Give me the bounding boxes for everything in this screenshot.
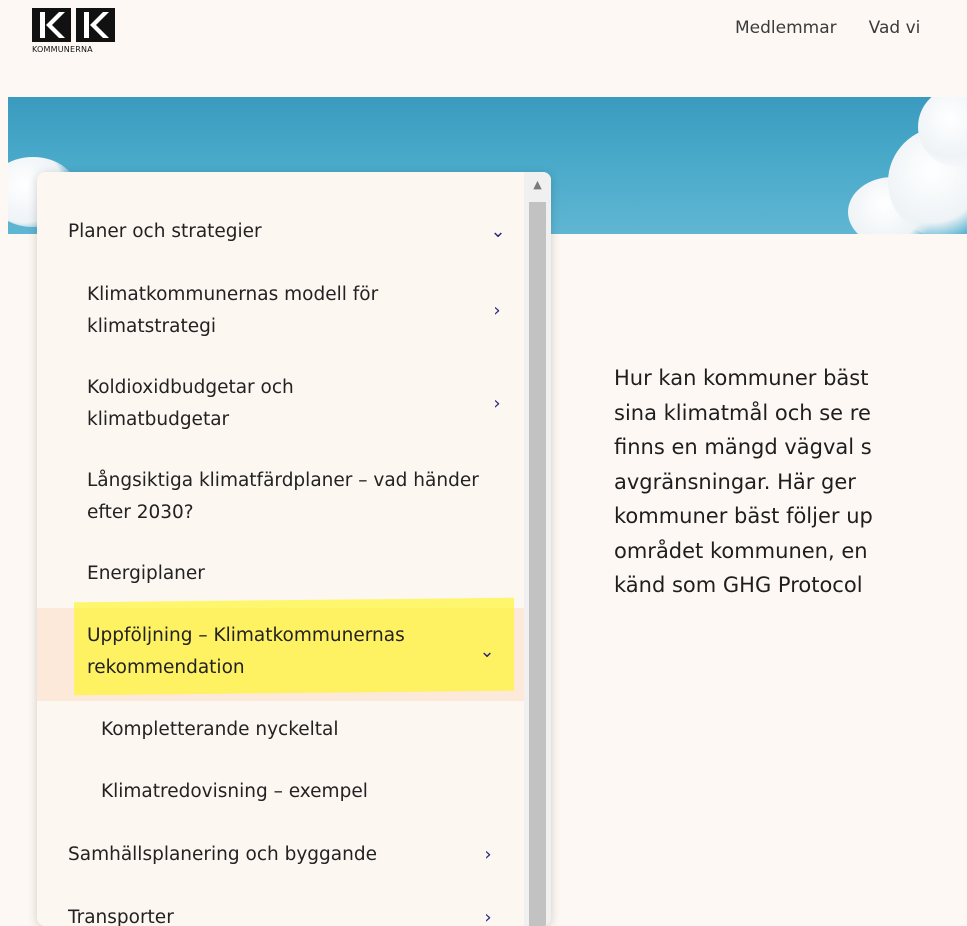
menu-item-samhallsplanering[interactable]: Samhällsplanering och byggande ›	[68, 839, 498, 871]
menu-item-planer-och-strategier[interactable]: Planer och strategier ⌄	[68, 216, 508, 248]
chevron-right-icon[interactable]: ›	[478, 846, 498, 864]
menu-item-koldioxidbudgetar[interactable]: Koldioxidbudgetar och klimatbudgetar ›	[87, 372, 507, 436]
logo-k-right	[76, 8, 115, 42]
logo-k-left	[32, 8, 71, 42]
nav-vad-vi[interactable]: Vad vi	[869, 18, 921, 38]
menu-item-klimatfardplaner[interactable]: Långsiktiga klimatfärdplaner – vad hände…	[87, 465, 507, 529]
menu-item-klimatstrategi-modell[interactable]: Klimatkommunernas modell för klimatstrat…	[87, 279, 507, 343]
kommunerna-logo[interactable]: KOMMUNERNA	[32, 8, 132, 60]
menu-item-kompletterande-nyckeltal[interactable]: Kompletterande nyckeltal	[101, 714, 501, 746]
nav-medlemmar[interactable]: Medlemmar	[735, 18, 837, 38]
chevron-right-icon[interactable]: ›	[478, 909, 498, 926]
chevron-down-icon[interactable]: ⌄	[477, 643, 497, 661]
menu-item-klimatredovisning-exempel[interactable]: Klimatredovisning – exempel	[101, 776, 501, 808]
chevron-down-icon[interactable]: ⌄	[488, 223, 508, 241]
menu-item-uppfoljning[interactable]: Uppföljning – Klimatkommunernas rekommen…	[87, 620, 497, 684]
scrollbar-thumb[interactable]	[529, 202, 546, 926]
side-menu-panel: Planer och strategier ⌄ Klimatkommunerna…	[37, 172, 551, 926]
chevron-right-icon[interactable]: ›	[487, 395, 507, 413]
chevron-right-icon[interactable]: ›	[487, 302, 507, 320]
top-navigation: Medlemmar Vad vi	[735, 18, 920, 38]
intro-paragraph: Hur kan kommuner bäst sina klimatmål och…	[614, 366, 873, 597]
scroll-up-arrow-icon[interactable]: ▲	[524, 178, 551, 198]
menu-item-transporter[interactable]: Transporter ›	[68, 902, 498, 926]
logo-wordmark: KOMMUNERNA	[32, 45, 93, 54]
menu-scrollbar[interactable]: ▲	[524, 172, 551, 926]
menu-item-energiplaner[interactable]: Energiplaner	[87, 558, 507, 590]
